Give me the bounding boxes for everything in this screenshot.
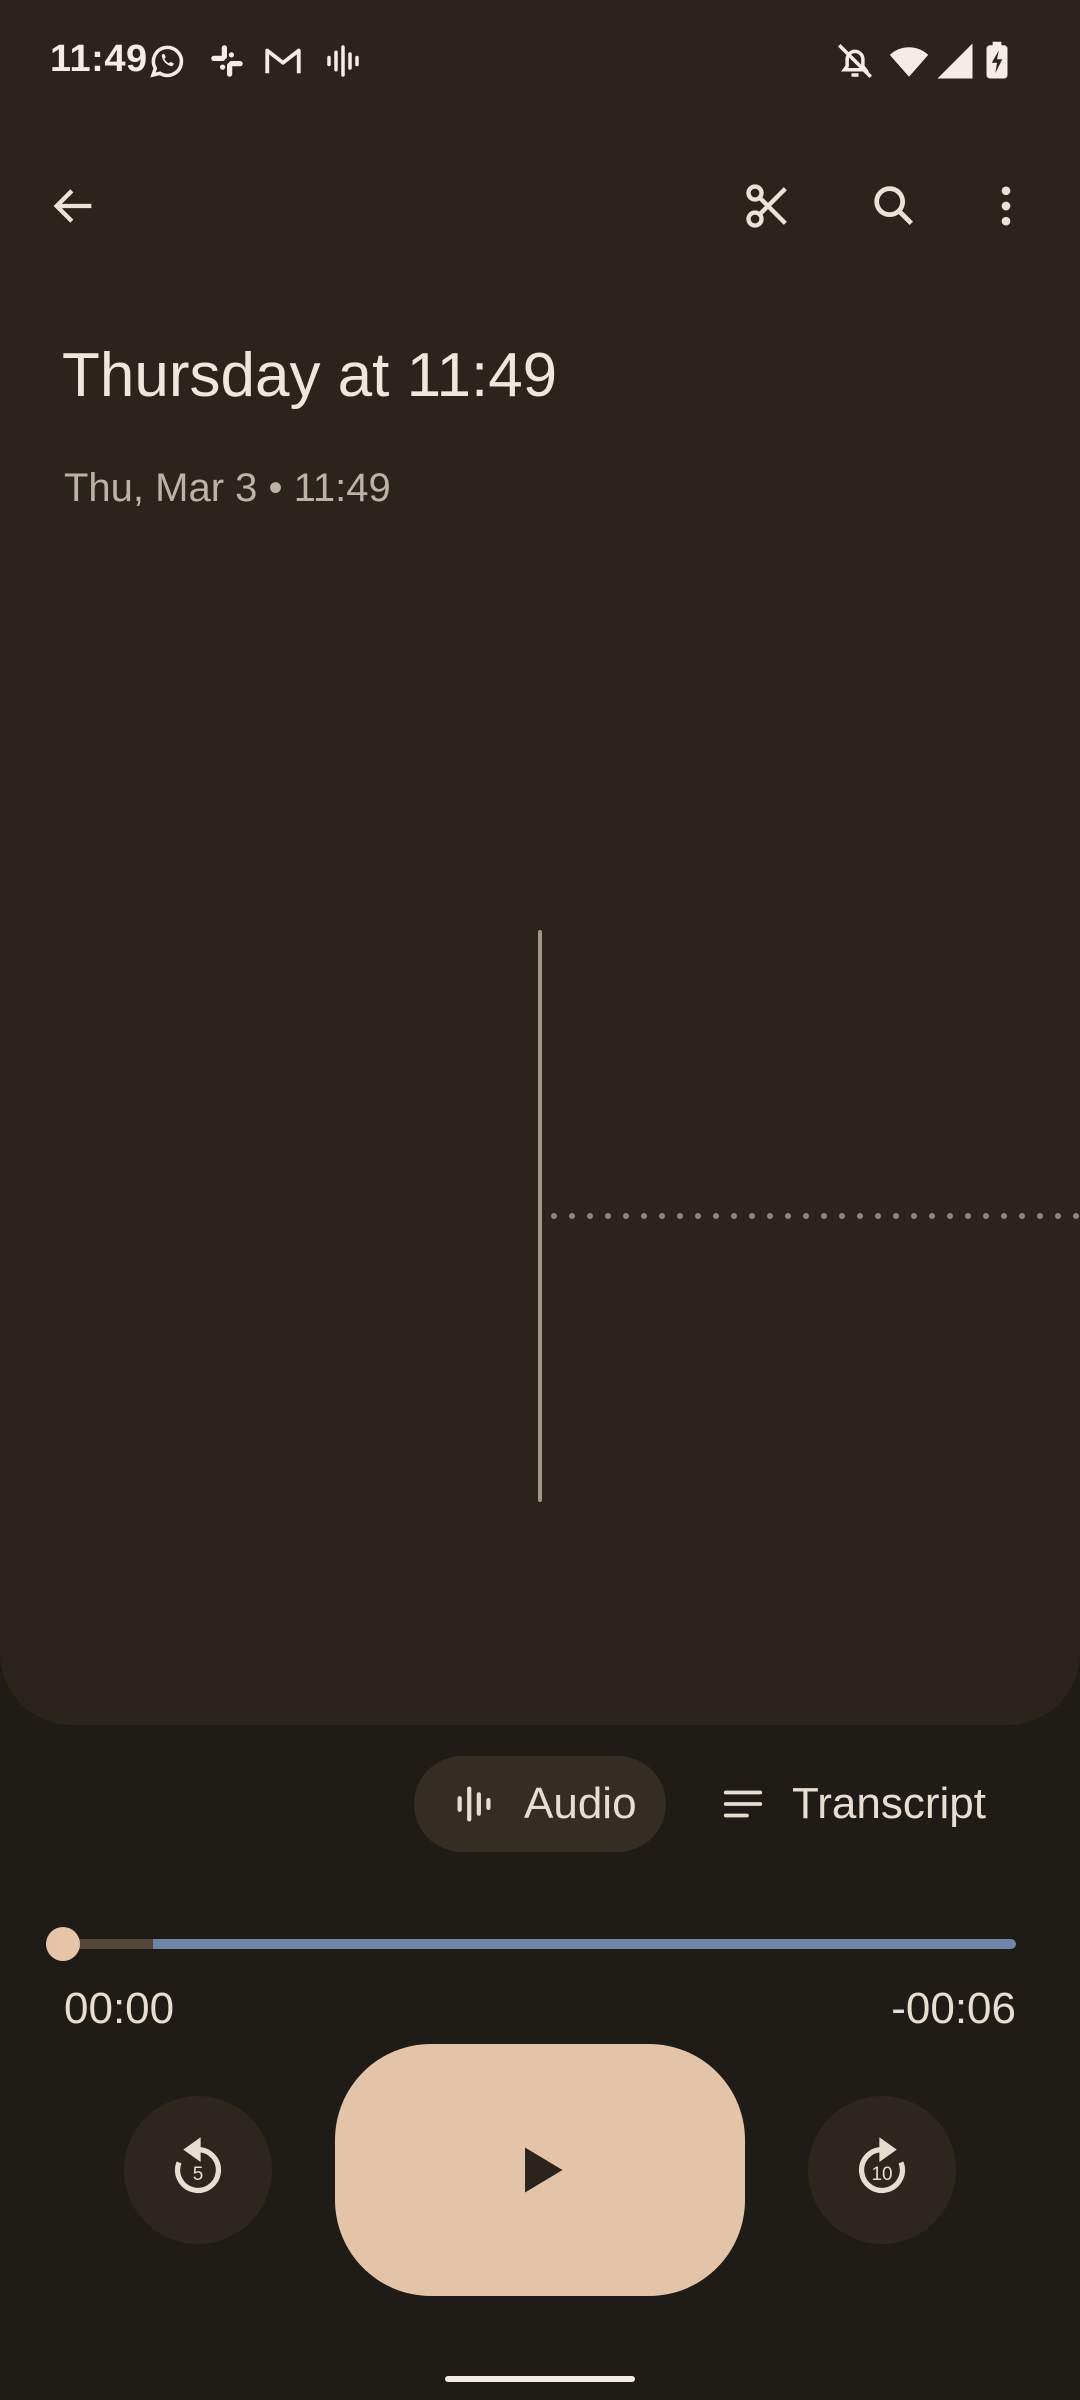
bell-off-icon	[834, 40, 876, 82]
recorder-icon	[322, 40, 364, 82]
playhead-line	[538, 930, 542, 1502]
status-time: 11:49	[50, 38, 148, 80]
svg-text:10: 10	[871, 2164, 892, 2185]
battery-charging-icon	[976, 40, 1018, 82]
status-bar: 11:49	[0, 0, 1080, 126]
scissors-icon	[746, 184, 787, 228]
scrubber-track	[46, 1939, 1016, 1949]
replay-5-icon: 5	[174, 2137, 221, 2194]
rewind-5-button[interactable]: 5	[124, 2096, 272, 2244]
back-button[interactable]	[26, 158, 122, 254]
remaining-time: -00:06	[891, 1984, 1016, 2033]
playback-scrubber[interactable]	[46, 1924, 1022, 1964]
view-toggle: Audio Transcript	[0, 1756, 1080, 1852]
forward-10-button[interactable]: 10	[808, 2096, 956, 2244]
slack-icon	[206, 40, 248, 82]
top-app-bar	[0, 126, 1080, 286]
tab-audio[interactable]: Audio	[414, 1756, 666, 1852]
tab-transcript[interactable]: Transcript	[696, 1756, 1026, 1852]
recorder-playback-screen: 11:49 Thursday at 11:49 Thu, Mar 3 • 11:…	[0, 0, 1080, 2400]
waveform-icon	[457, 1786, 491, 1822]
whatsapp-icon	[146, 40, 188, 82]
waveform-dots	[551, 1213, 1079, 1219]
more-options-button[interactable]	[958, 158, 1054, 254]
search-icon	[874, 186, 914, 226]
more-vert-icon	[1001, 186, 1011, 226]
search-button[interactable]	[846, 158, 942, 254]
back-arrow-icon	[53, 189, 92, 223]
lines-icon	[723, 1790, 763, 1818]
signal-icon	[934, 40, 976, 82]
recording-date-meta: Thu, Mar 3 • 11:49	[64, 466, 391, 510]
gmail-icon	[262, 40, 304, 82]
trim-button[interactable]	[720, 158, 816, 254]
tab-transcript-label: Transcript	[792, 1779, 986, 1828]
play-icon	[525, 2147, 563, 2193]
scrubber-thumb[interactable]	[46, 1927, 80, 1961]
elapsed-time: 00:00	[64, 1984, 175, 2033]
play-button[interactable]	[335, 2044, 745, 2296]
wifi-icon	[888, 40, 930, 82]
tab-audio-label: Audio	[524, 1779, 637, 1828]
forward-10-icon: 10	[859, 2137, 906, 2194]
audio-waveform[interactable]	[0, 920, 1080, 1510]
recording-card: 11:49 Thursday at 11:49 Thu, Mar 3 • 11:…	[0, 0, 1080, 1725]
recording-title[interactable]: Thursday at 11:49	[62, 340, 557, 411]
gesture-navigation-bar[interactable]	[445, 2376, 635, 2382]
svg-text:5: 5	[193, 2164, 204, 2185]
